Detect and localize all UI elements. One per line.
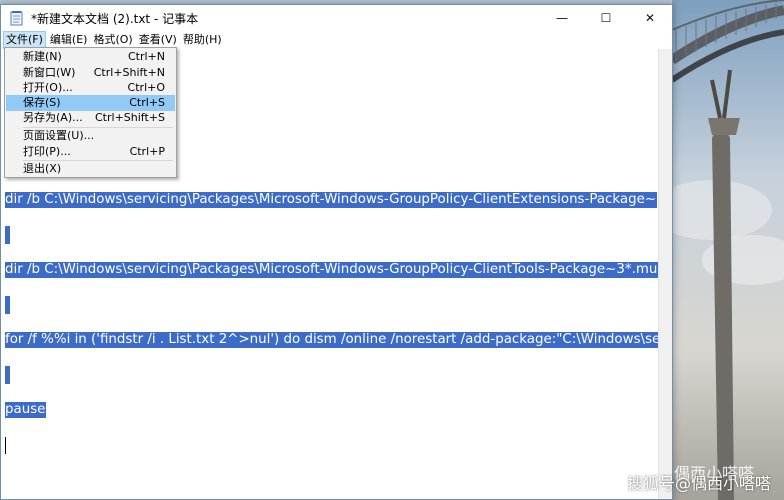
menu-item-shortcut: Ctrl+O (127, 81, 165, 94)
menu-item-save-as[interactable]: 另存为(A)... Ctrl+Shift+S (6, 110, 175, 126)
maximize-button[interactable]: ☐ (584, 5, 628, 31)
text-caret (5, 437, 6, 454)
selected-text: dir /b C:\Windows\servicing\Packages\Mic… (5, 262, 658, 278)
minimize-icon: — (556, 11, 568, 25)
editor-line: for /f %%i in ('findstr /i . List.txt 2^… (5, 331, 658, 349)
menu-help[interactable]: 帮助(H) (181, 31, 224, 49)
window-title: *新建文本文档 (2).txt - 记事本 (31, 11, 199, 26)
selected-empty-line (5, 296, 10, 314)
editor-line: dir /b C:\Windows\servicing\Packages\Mic… (5, 261, 658, 279)
title-bar[interactable]: *新建文本文档 (2).txt - 记事本 — ☐ ✕ (1, 5, 672, 31)
menu-item-shortcut: Ctrl+P (129, 145, 165, 158)
bridge-wallpaper (672, 0, 784, 500)
vertical-scrollbar[interactable] (658, 49, 672, 499)
menu-item-page-setup[interactable]: 页面设置(U)... (6, 128, 175, 144)
minimize-button[interactable]: — (540, 5, 584, 31)
selected-text: for /f %%i in ('findstr /i . List.txt 2^… (5, 332, 658, 348)
menu-item-save[interactable]: 保存(S) Ctrl+S (6, 95, 175, 111)
menu-item-open[interactable]: 打开(O)... Ctrl+O (6, 80, 175, 96)
selected-empty-line (5, 366, 10, 384)
menu-item-shortcut: Ctrl+N (127, 50, 165, 63)
menu-item-label: 打开(O)... (23, 81, 73, 94)
selected-text: dir /b C:\Windows\servicing\Packages\Mic… (5, 192, 658, 208)
menu-item-label: 新窗口(W) (23, 66, 76, 79)
menu-item-shortcut: Ctrl+S (129, 96, 165, 109)
menu-item-new[interactable]: 新建(N) Ctrl+N (6, 49, 175, 65)
close-button[interactable]: ✕ (628, 5, 672, 31)
menu-item-label: 另存为(A)... (23, 111, 83, 124)
menu-item-label: 保存(S) (23, 96, 61, 109)
menu-item-label: 新建(N) (23, 50, 62, 63)
menu-item-print[interactable]: 打印(P)... Ctrl+P (6, 144, 175, 160)
editor-line: dir /b C:\Windows\servicing\Packages\Mic… (5, 191, 658, 209)
menu-item-shortcut: Ctrl+Shift+S (95, 111, 165, 124)
window-controls: — ☐ ✕ (540, 5, 672, 31)
menu-item-label: 打印(P)... (23, 145, 71, 158)
menu-item-exit[interactable]: 退出(X) (6, 161, 175, 177)
menu-item-label: 退出(X) (23, 162, 62, 175)
maximize-icon: ☐ (600, 11, 612, 25)
menu-item-shortcut: Ctrl+Shift+N (93, 66, 165, 79)
menu-item-new-window[interactable]: 新窗口(W) Ctrl+Shift+N (6, 65, 175, 81)
file-menu-dropdown: 新建(N) Ctrl+N 新窗口(W) Ctrl+Shift+N 打开(O)..… (4, 47, 177, 178)
close-icon: ✕ (644, 11, 656, 25)
selected-empty-line (5, 226, 10, 244)
selected-text: pause (5, 402, 47, 418)
menu-item-label: 页面设置(U)... (23, 129, 95, 142)
editor-line: pause (5, 401, 47, 419)
notepad-icon (9, 10, 25, 26)
watermark: 搜狐号@偶西小嗒嗒 (627, 474, 772, 493)
